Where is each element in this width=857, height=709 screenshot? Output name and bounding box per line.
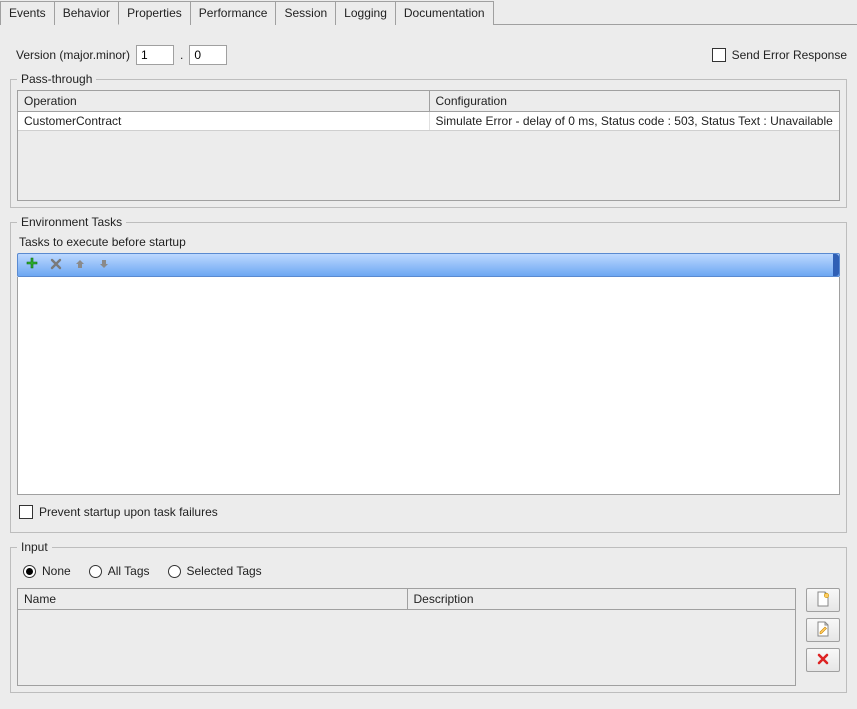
env-tasks-title: Environment Tasks [17, 215, 126, 229]
move-down-button[interactable] [96, 257, 112, 273]
remove-task-button[interactable] [48, 257, 64, 273]
edit-document-icon [815, 621, 831, 640]
pass-through-header-configuration[interactable]: Configuration [429, 91, 840, 112]
env-tasks-list[interactable] [17, 277, 840, 495]
pass-through-header-operation[interactable]: Operation [18, 91, 429, 112]
prevent-startup-row[interactable]: Prevent startup upon task failures [19, 505, 218, 519]
pass-through-cell-configuration: Simulate Error - delay of 0 ms, Status c… [429, 112, 840, 130]
pass-through-cell-operation: CustomerContract [18, 112, 429, 130]
prevent-startup-label: Prevent startup upon task failures [39, 505, 218, 519]
tab-logging[interactable]: Logging [335, 1, 396, 25]
radio-none-indicator[interactable] [23, 565, 36, 578]
send-error-response-checkbox[interactable] [712, 48, 726, 62]
radio-all-tags[interactable]: All Tags [89, 564, 150, 578]
env-tasks-group: Environment Tasks Tasks to execute befor… [10, 222, 847, 533]
input-header-name[interactable]: Name [18, 589, 407, 610]
version-dot: . [180, 48, 183, 62]
send-error-response-label: Send Error Response [732, 48, 847, 62]
env-tasks-toolbar [17, 253, 840, 277]
radio-selected-tags-label: Selected Tags [187, 564, 262, 578]
add-task-button[interactable] [24, 257, 40, 273]
tab-events[interactable]: Events [0, 1, 55, 25]
version-major-input[interactable] [136, 45, 174, 65]
radio-all-tags-indicator[interactable] [89, 565, 102, 578]
env-tasks-sublabel: Tasks to execute before startup [19, 235, 840, 249]
new-document-icon [815, 591, 831, 610]
x-icon [50, 258, 62, 273]
edit-tag-button[interactable] [806, 618, 840, 642]
delete-tag-button[interactable] [806, 648, 840, 672]
radio-none[interactable]: None [23, 564, 71, 578]
input-button-column [806, 588, 840, 672]
input-radio-group: None All Tags Selected Tags [23, 564, 840, 578]
version-minor-input[interactable] [189, 45, 227, 65]
tab-properties[interactable]: Properties [118, 1, 191, 25]
pass-through-table[interactable]: Operation Configuration CustomerContract… [17, 90, 840, 201]
input-group: Input None All Tags Selected Tags Name D… [10, 547, 847, 693]
input-tags-header: Name Description [18, 589, 795, 610]
table-row[interactable]: CustomerContract Simulate Error - delay … [18, 112, 839, 130]
toolbar-edge [833, 254, 839, 276]
tab-behavior[interactable]: Behavior [54, 1, 119, 25]
radio-all-tags-label: All Tags [108, 564, 150, 578]
pass-through-title: Pass-through [17, 72, 96, 86]
tab-session[interactable]: Session [275, 1, 336, 25]
pass-through-empty-area [18, 130, 839, 200]
radio-none-label: None [42, 564, 71, 578]
tab-bar: Events Behavior Properties Performance S… [0, 0, 857, 25]
tab-documentation[interactable]: Documentation [395, 1, 494, 25]
input-header-description[interactable]: Description [407, 589, 796, 610]
prevent-startup-checkbox[interactable] [19, 505, 33, 519]
input-tags-table[interactable]: Name Description [17, 588, 796, 686]
pass-through-group: Pass-through Operation Configuration Cus… [10, 79, 847, 208]
arrow-up-icon [74, 258, 86, 273]
send-error-response[interactable]: Send Error Response [712, 48, 847, 62]
radio-selected-tags-indicator[interactable] [168, 565, 181, 578]
tab-performance[interactable]: Performance [190, 1, 277, 25]
delete-icon [816, 652, 830, 669]
properties-panel: Version (major.minor) . Send Error Respo… [0, 25, 857, 705]
plus-icon [25, 257, 39, 274]
radio-selected-tags[interactable]: Selected Tags [168, 564, 262, 578]
new-tag-button[interactable] [806, 588, 840, 612]
version-label: Version (major.minor) [16, 48, 130, 62]
input-title: Input [17, 540, 52, 554]
move-up-button[interactable] [72, 257, 88, 273]
version-row: Version (major.minor) . Send Error Respo… [10, 45, 847, 65]
pass-through-header: Operation Configuration [18, 91, 839, 112]
arrow-down-icon [98, 258, 110, 273]
